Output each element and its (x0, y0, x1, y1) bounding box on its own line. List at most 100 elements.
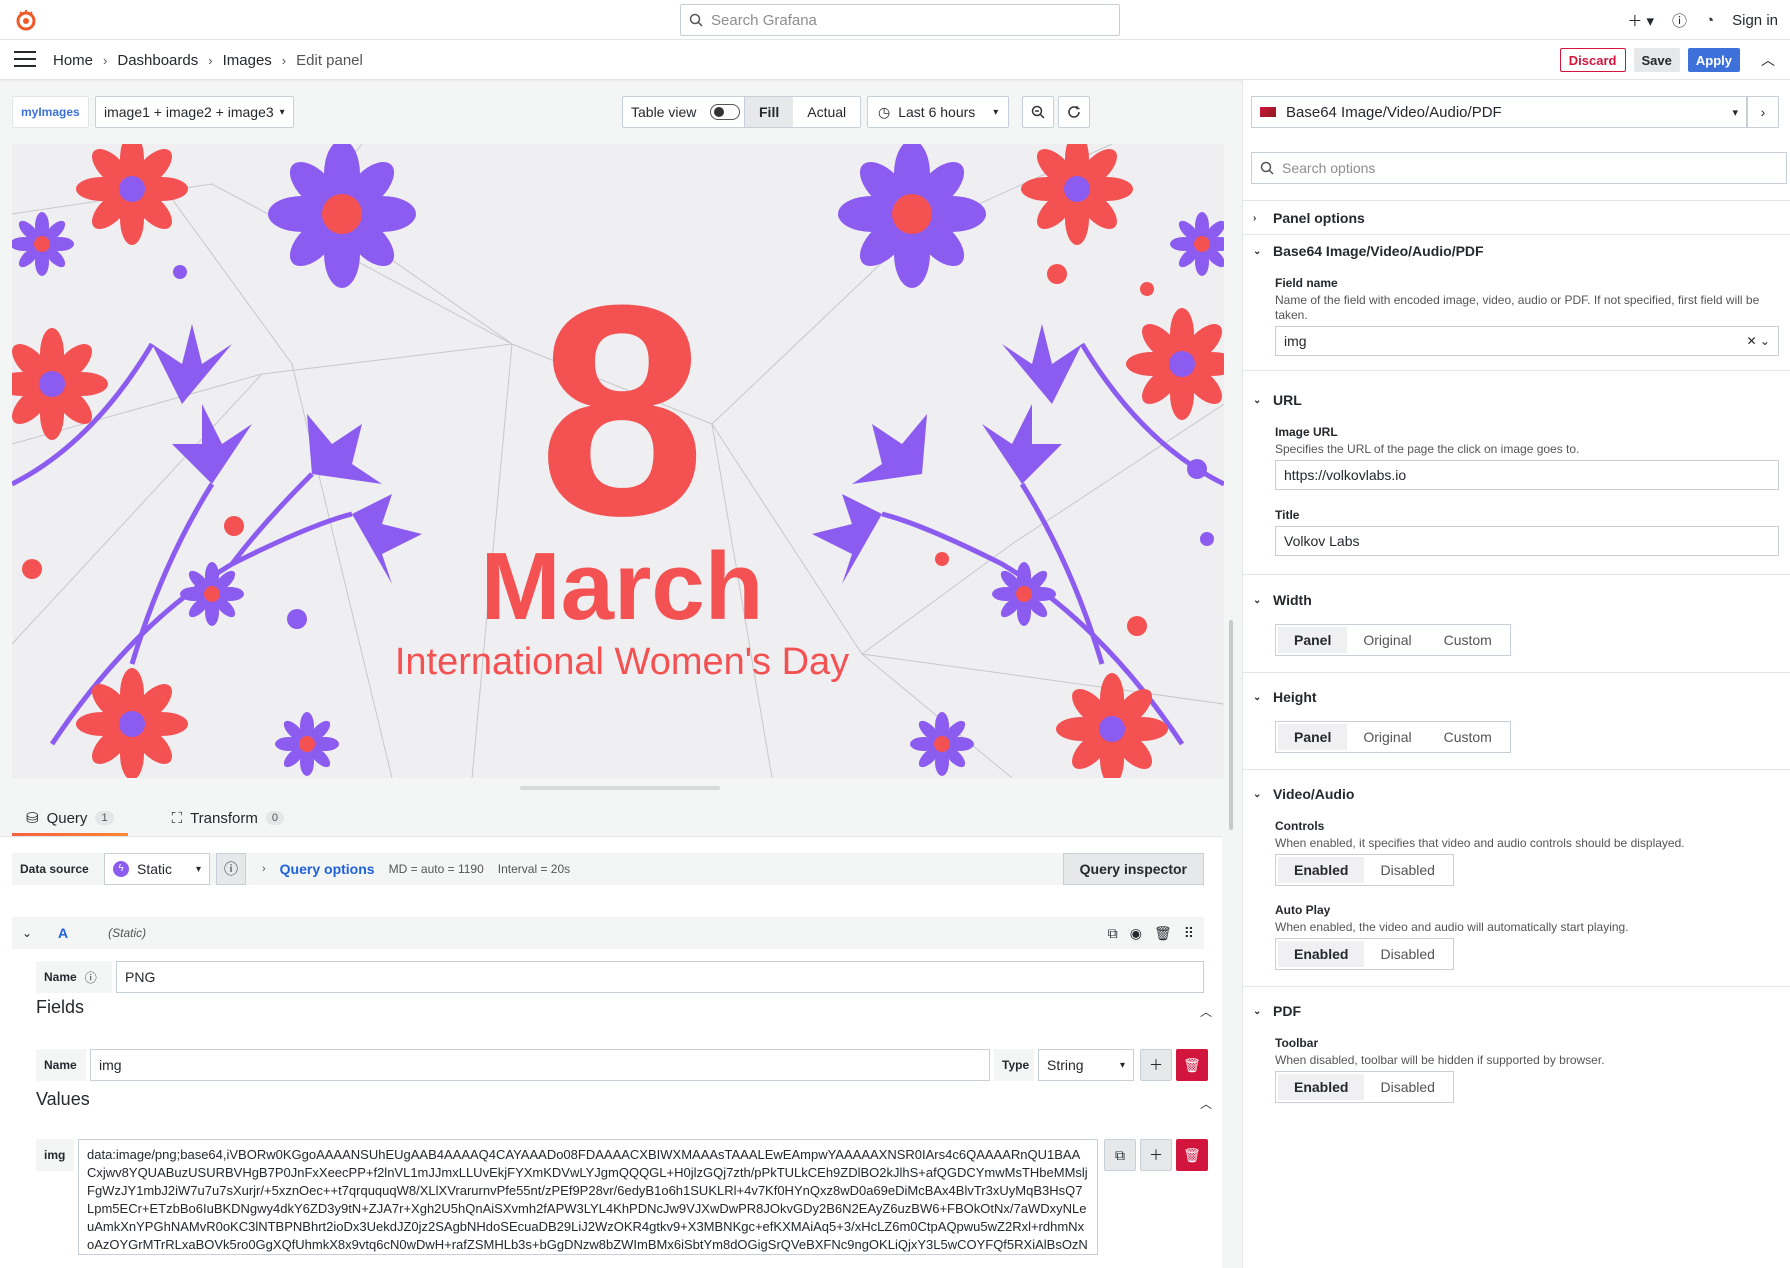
height-panel-option[interactable]: Panel (1278, 724, 1348, 750)
add-value-button[interactable]: ＋ (1140, 1139, 1172, 1171)
title-input[interactable]: Volkov Labs (1275, 526, 1779, 556)
query-ds-name: (Static) (108, 926, 147, 940)
controls-enabled-option[interactable]: Enabled (1278, 857, 1365, 883)
plus-icon[interactable]: ＋ ▾ (1627, 10, 1654, 31)
apply-button[interactable]: Apply (1687, 48, 1740, 72)
resize-handle[interactable] (520, 786, 720, 790)
breadcrumb-images[interactable]: Images (223, 52, 272, 69)
chevron-down-icon: ▾ (993, 106, 999, 118)
chevron-up-icon[interactable]: ︿ (1758, 50, 1778, 70)
sign-in-link[interactable]: Sign in (1732, 12, 1778, 29)
delete-field-button[interactable]: 🗑 (1176, 1049, 1208, 1081)
breadcrumb-home[interactable]: Home (53, 52, 93, 69)
search-options-input[interactable]: Search options (1251, 152, 1787, 184)
help-icon[interactable]: ⓘ (1672, 10, 1687, 31)
datasource-row: Data source ϟ Static ▾ ⓘ › Query options… (12, 853, 1204, 885)
plugin-icon (1260, 107, 1276, 117)
toolbar-label: Toolbar (1275, 1036, 1319, 1050)
viz-name: Base64 Image/Video/Audio/PDF (1286, 103, 1502, 121)
chevron-right-icon[interactable]: › (1747, 96, 1779, 128)
search-input[interactable]: Search Grafana (680, 4, 1120, 36)
toggle-switch[interactable] (710, 104, 741, 120)
type-label: Type (994, 1049, 1034, 1081)
frame-name-input[interactable]: PNG (116, 961, 1204, 993)
width-custom-option[interactable]: Custom (1428, 627, 1508, 653)
clear-icon[interactable]: ✕ ⌄ (1747, 334, 1770, 348)
data-source-select[interactable]: ϟ Static ▾ (104, 853, 210, 885)
duplicate-icon[interactable]: ⧉ (1108, 925, 1118, 942)
fill-button[interactable]: Fill (745, 97, 794, 127)
autoplay-disabled-option[interactable]: Disabled (1364, 941, 1450, 967)
chevron-up-icon[interactable]: ︿ (1200, 1095, 1212, 1112)
section-main[interactable]: ⌄ Base64 Image/Video/Audio/PDF (1253, 243, 1484, 259)
autoplay-desc: When enabled, the video and audio will a… (1275, 920, 1629, 934)
breadcrumb-edit-panel: Edit panel (296, 51, 363, 69)
width-panel-option[interactable]: Panel (1278, 627, 1348, 653)
type-value: String (1047, 1057, 1084, 1073)
menu-icon[interactable] (14, 51, 36, 69)
query-inspector-button[interactable]: Query inspector (1062, 853, 1204, 885)
table-view-toggle[interactable]: Table view (622, 96, 750, 128)
field-name-option-select[interactable]: img ✕ ⌄ (1275, 326, 1779, 356)
section-height[interactable]: ⌄ Height (1253, 689, 1317, 705)
add-field-button[interactable]: ＋ (1140, 1049, 1172, 1081)
section-pdf[interactable]: ⌄ PDF (1253, 1003, 1301, 1019)
field-name-input[interactable]: img (90, 1049, 990, 1081)
controls-disabled-option[interactable]: Disabled (1364, 857, 1450, 883)
autoplay-enabled-option[interactable]: Enabled (1278, 941, 1365, 967)
max-data-points: MD = auto = 1190 (388, 862, 484, 876)
image-url-input[interactable]: https://volkovlabs.io (1275, 460, 1779, 490)
zoom-out-icon[interactable] (1022, 96, 1054, 128)
copy-value-button[interactable]: ⧉ (1104, 1139, 1136, 1171)
section-panel-options[interactable]: › Panel options (1253, 210, 1365, 226)
width-original-option[interactable]: Original (1347, 627, 1427, 653)
section-video-audio[interactable]: ⌄ Video/Audio (1253, 786, 1354, 802)
scrollbar[interactable] (1229, 620, 1233, 830)
chevron-up-icon[interactable]: ︿ (1200, 1003, 1212, 1020)
rss-icon[interactable]: ◔ (1705, 12, 1714, 29)
toolbar-desc: When disabled, toolbar will be hidden if… (1275, 1053, 1605, 1067)
type-select[interactable]: String ▾ (1038, 1049, 1134, 1081)
eye-icon[interactable]: ◉ (1130, 925, 1142, 942)
section-title: Base64 Image/Video/Audio/PDF (1273, 243, 1484, 259)
breadcrumb-dashboards[interactable]: Dashboards (117, 52, 198, 69)
tab-query[interactable]: ⛁ Query 1 (12, 800, 128, 836)
chevron-right-icon: › (262, 863, 266, 875)
drag-handle-icon[interactable]: ⠿ (1184, 925, 1194, 942)
visualization-picker[interactable]: Base64 Image/Video/Audio/PDF ▾ (1251, 96, 1747, 128)
variable-label: myImages (12, 96, 89, 128)
section-width[interactable]: ⌄ Width (1253, 592, 1312, 608)
section-title: Height (1273, 689, 1317, 705)
height-original-option[interactable]: Original (1347, 724, 1427, 750)
value-textarea[interactable]: data:image/png;base64,iVBORw0KGgoAAAANSU… (78, 1139, 1098, 1255)
actual-button[interactable]: Actual (793, 97, 860, 127)
name-label: Name ⓘ (36, 961, 112, 993)
delete-value-button[interactable]: 🗑 (1176, 1139, 1208, 1171)
chevron-down-icon: ⌄ (1253, 594, 1262, 606)
section-title: URL (1273, 392, 1302, 408)
search-placeholder: Search Grafana (711, 11, 817, 29)
image-month: March (481, 533, 764, 640)
save-button[interactable]: Save (1633, 48, 1680, 72)
trash-icon[interactable]: 🗑 (1154, 925, 1172, 942)
grafana-logo-icon[interactable] (14, 8, 38, 32)
chevron-down-icon[interactable]: ⌄ (22, 926, 42, 940)
section-url[interactable]: ⌄ URL (1253, 392, 1302, 408)
values-title: Values (36, 1089, 90, 1109)
toolbar-enabled-option[interactable]: Enabled (1278, 1074, 1365, 1100)
refresh-icon[interactable] (1058, 96, 1090, 128)
panel-image[interactable]: 8 March International Women's Day (12, 144, 1224, 778)
query-ref-id[interactable]: A (58, 925, 68, 941)
query-options-link[interactable]: Query options (280, 861, 375, 877)
query-pane: Data source ϟ Static ▾ ⓘ › Query options… (0, 836, 1222, 1268)
search-icon (689, 13, 703, 27)
height-custom-option[interactable]: Custom (1428, 724, 1508, 750)
variable-select[interactable]: image1 + image2 + image3 ▾ (95, 96, 294, 128)
discard-button[interactable]: Discard (1559, 48, 1626, 72)
time-picker[interactable]: ◷ Last 6 hours ▾ (867, 96, 1010, 128)
breadcrumb: Home › Dashboards › Images › Edit panel (53, 51, 363, 69)
chevron-down-icon: ⌄ (1253, 394, 1262, 406)
help-icon[interactable]: ⓘ (216, 853, 246, 885)
toolbar-disabled-option[interactable]: Disabled (1364, 1074, 1450, 1100)
tab-transform[interactable]: ⛶ Transform 0 (158, 800, 298, 836)
